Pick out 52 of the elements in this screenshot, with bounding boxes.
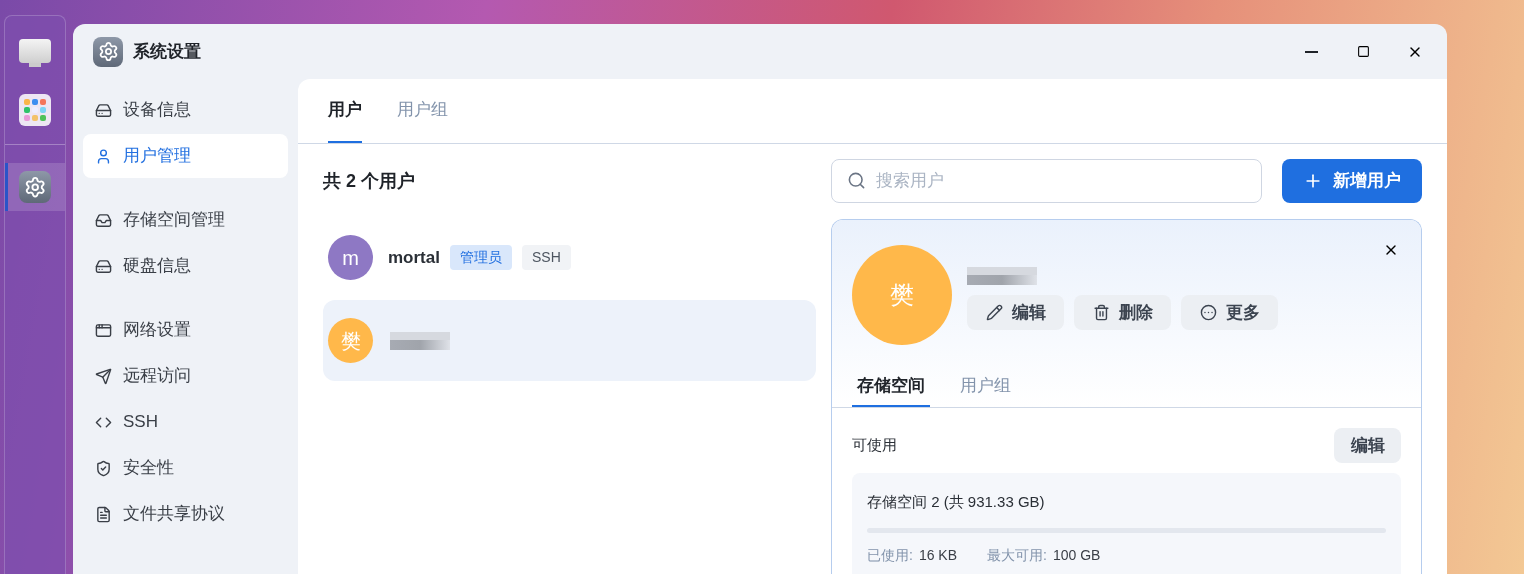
stat-label: 最大可用: bbox=[987, 545, 1047, 565]
user-name: mortal bbox=[388, 246, 440, 269]
app-grid-icon[interactable] bbox=[19, 94, 51, 126]
maximize-icon bbox=[1356, 45, 1370, 58]
user-count: 共 2 个用户 bbox=[323, 169, 416, 193]
storage-title: 存储空间 2 (共 931.33 GB) bbox=[867, 492, 1046, 512]
user-avatar: m bbox=[328, 235, 373, 280]
monitor-icon[interactable] bbox=[19, 39, 51, 69]
user-tag: SSH bbox=[521, 245, 571, 270]
redacted-name bbox=[967, 267, 1037, 285]
sidebar-item[interactable]: 存储空间管理 bbox=[83, 198, 288, 242]
sidebar-item[interactable]: 网络设置 bbox=[83, 308, 288, 352]
user-avatar: 樊 bbox=[328, 318, 373, 363]
sidebar-item[interactable]: 远程访问 bbox=[83, 354, 288, 398]
search-icon bbox=[847, 171, 866, 190]
pencil-icon bbox=[985, 304, 1003, 321]
user-tag: 管理员 bbox=[449, 245, 512, 270]
tab[interactable]: 存储空间 bbox=[852, 373, 930, 407]
user-icon bbox=[95, 147, 112, 165]
action-button[interactable]: 编辑 bbox=[967, 295, 1064, 330]
settings-icon bbox=[19, 171, 51, 203]
sidebar-item[interactable]: 安全性 bbox=[83, 446, 288, 490]
sidebar-item[interactable]: 文件共享协议 bbox=[83, 492, 288, 536]
trash-icon bbox=[1092, 304, 1110, 321]
sidebar-item[interactable]: SSH bbox=[83, 400, 288, 444]
send-icon bbox=[95, 367, 112, 385]
section-label: 可使用 bbox=[852, 435, 897, 456]
tray-icon bbox=[95, 211, 112, 229]
tab[interactable]: 用户 bbox=[328, 79, 362, 143]
drive-icon bbox=[95, 257, 112, 275]
stat-value: 16 KB bbox=[918, 545, 958, 565]
user-row[interactable]: m mortal 管理员 SSH bbox=[323, 217, 816, 298]
redacted-name bbox=[390, 331, 450, 350]
user-avatar: 樊 bbox=[852, 245, 952, 345]
minimize-icon bbox=[1304, 50, 1318, 53]
more-icon bbox=[1199, 304, 1217, 321]
sidebar-item[interactable]: 硬盘信息 bbox=[83, 244, 288, 288]
window-icon bbox=[95, 321, 112, 339]
sidebar-item[interactable]: 用户管理 bbox=[83, 134, 288, 178]
shield-icon bbox=[95, 459, 112, 477]
add-user-button[interactable]: 新增用户 bbox=[1282, 159, 1422, 203]
search-field[interactable]: 搜索用户 bbox=[831, 159, 1262, 203]
document-icon bbox=[95, 505, 112, 523]
device-icon bbox=[95, 101, 112, 119]
window-title: 系统设置 bbox=[133, 40, 201, 63]
action-button[interactable]: 更多 bbox=[1181, 295, 1278, 330]
edit-button[interactable]: 编辑 bbox=[1334, 428, 1401, 463]
sidebar-item[interactable]: 设备信息 bbox=[83, 88, 288, 132]
action-button[interactable]: 删除 bbox=[1074, 295, 1171, 330]
stat-label: 已使用: bbox=[867, 545, 913, 565]
app-icon bbox=[93, 36, 123, 67]
stat-value: 100 GB bbox=[1052, 545, 1101, 565]
